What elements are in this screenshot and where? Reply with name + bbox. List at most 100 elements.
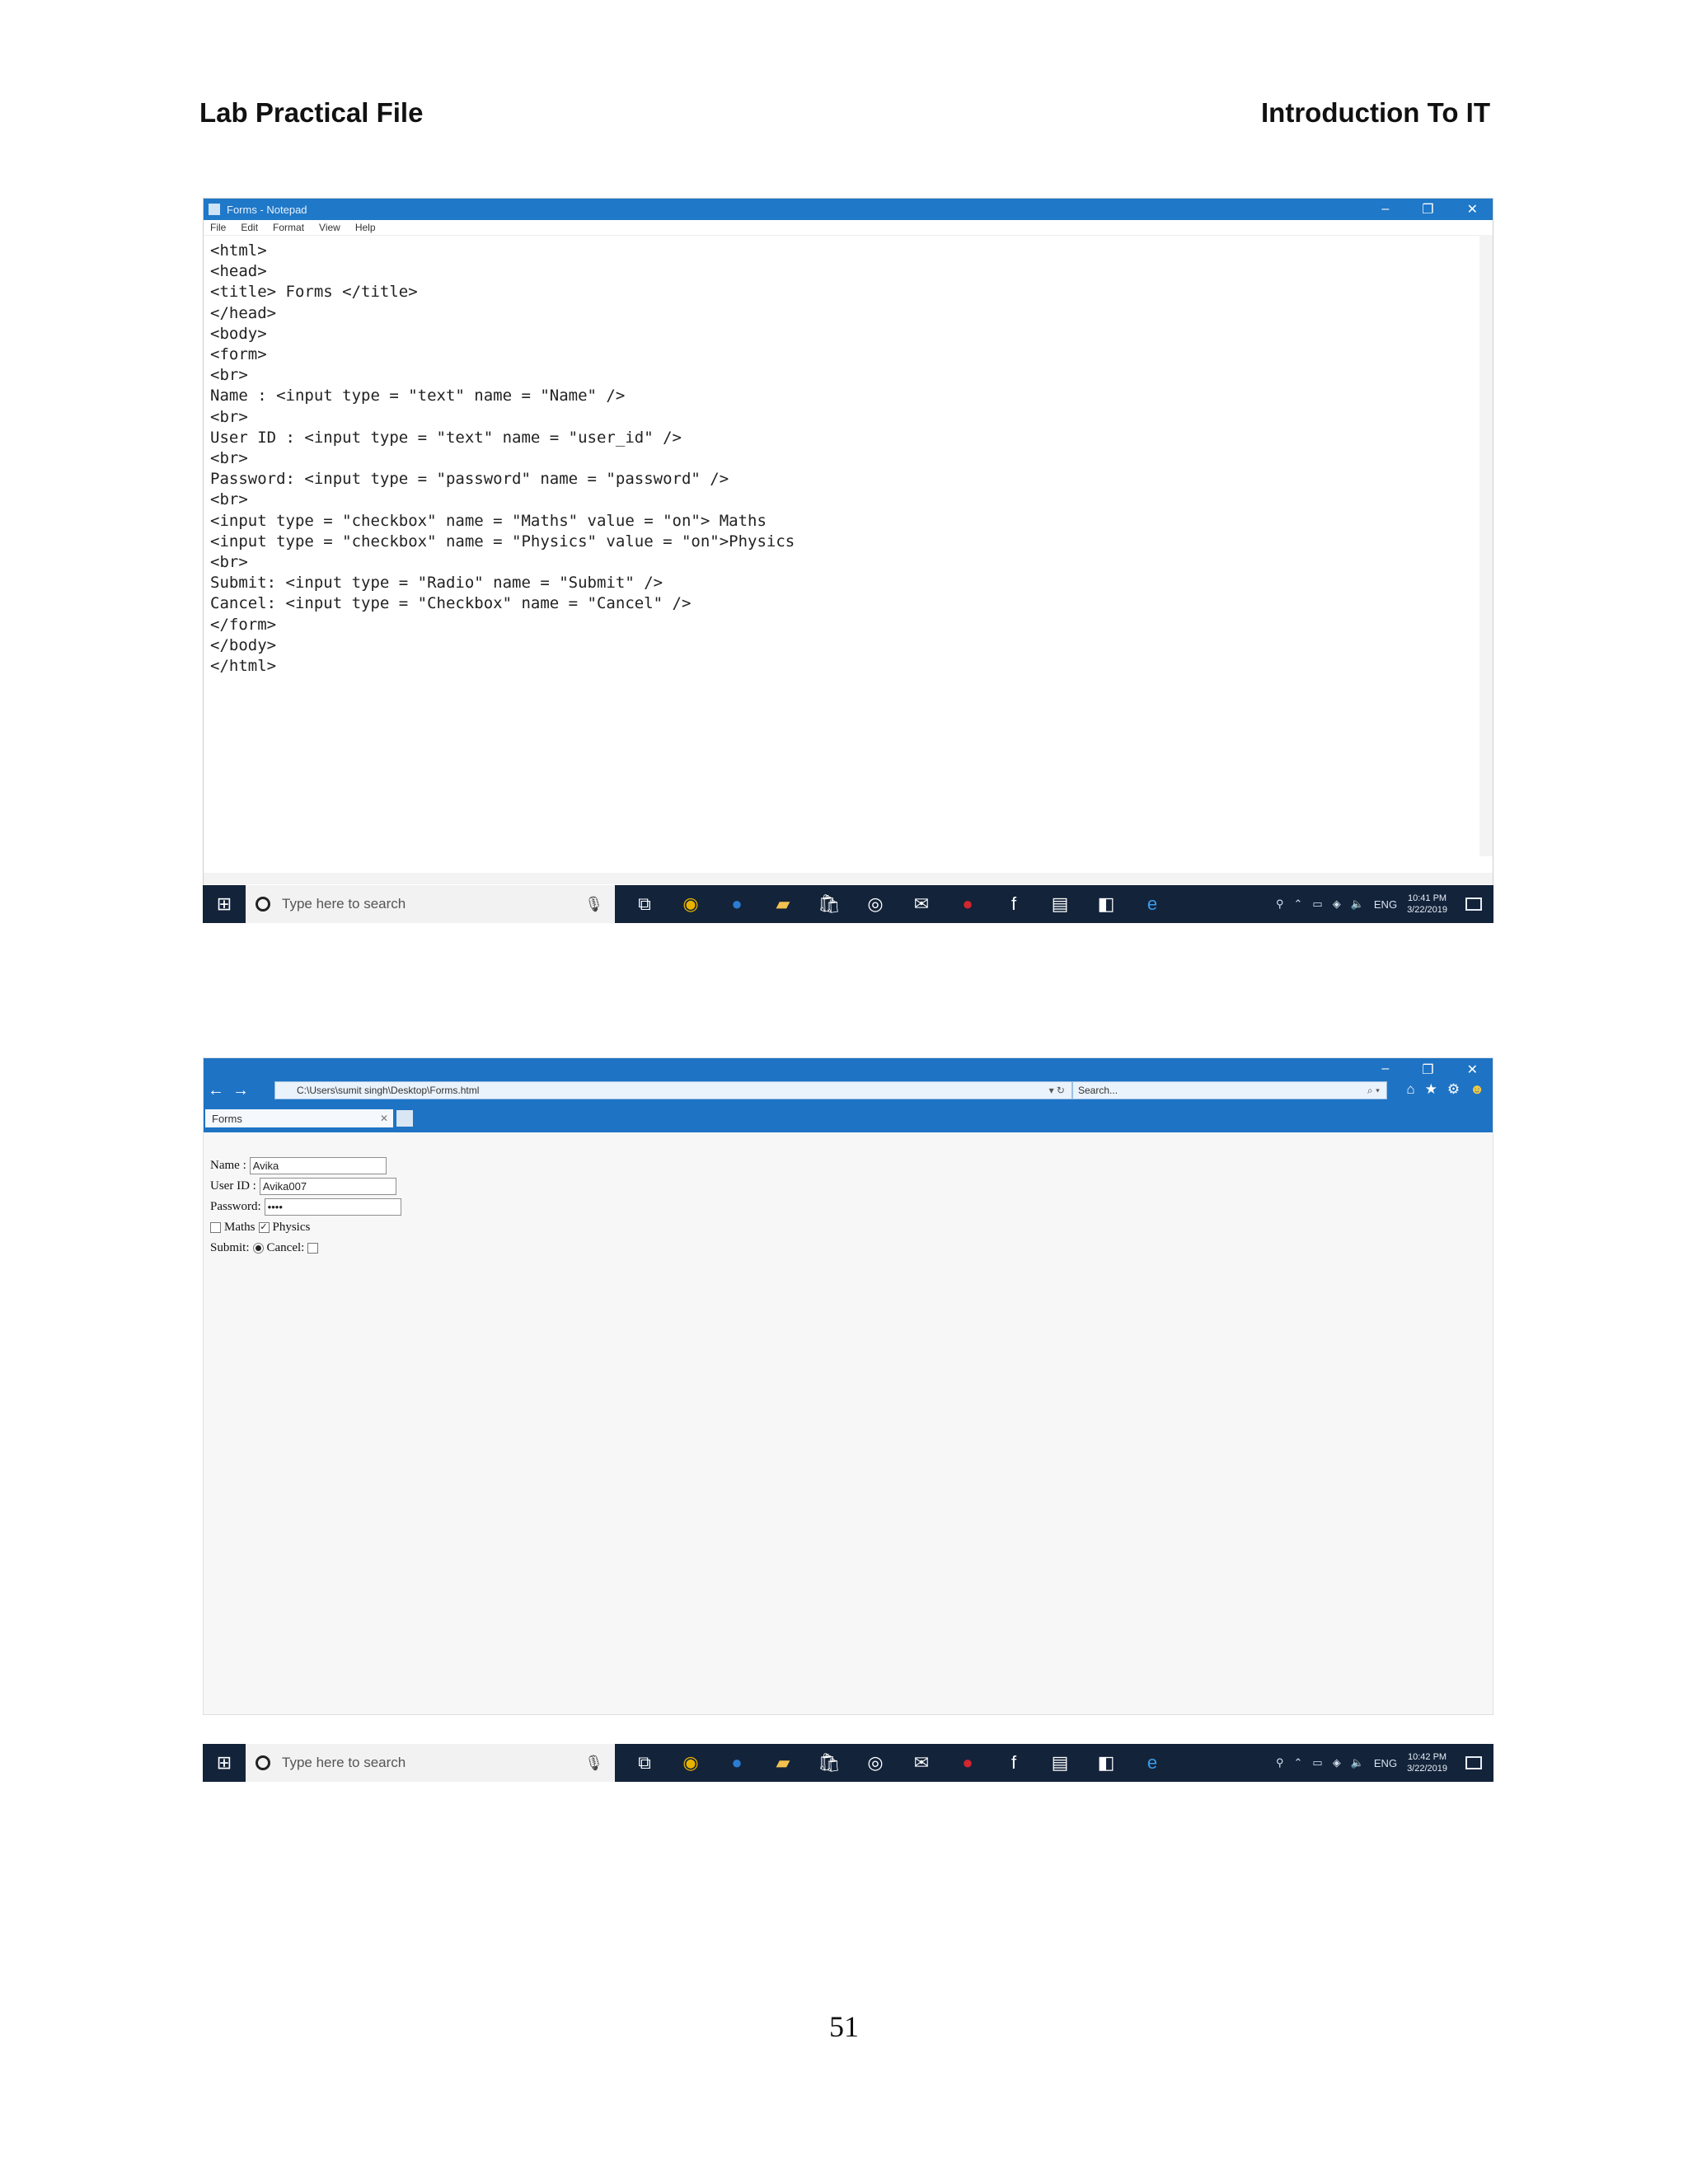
- facebook-icon[interactable]: f: [991, 1744, 1037, 1782]
- browser-toolbar: – ❐ ✕ ← → C:\Users\sumit singh\Desktop\F…: [204, 1058, 1493, 1132]
- edge-icon[interactable]: ●: [714, 885, 760, 923]
- language-indicator[interactable]: ENG: [1374, 1757, 1397, 1769]
- people-icon[interactable]: ⚲: [1276, 1756, 1284, 1769]
- windows-start-icon[interactable]: ⊞: [203, 1744, 246, 1782]
- menu-format[interactable]: Format: [273, 222, 304, 233]
- restore-icon[interactable]: ❐: [1422, 201, 1433, 218]
- internet-explorer-icon[interactable]: e: [1129, 885, 1175, 923]
- taskbar-search-placeholder: Type here to search: [282, 1755, 406, 1770]
- settings-gear-icon[interactable]: ⚙: [1447, 1081, 1460, 1098]
- subjects-row: Maths ✓ Physics: [210, 1217, 401, 1238]
- back-arrow-icon[interactable]: ←: [204, 1081, 228, 1100]
- task-view-icon[interactable]: ⧉: [621, 885, 668, 923]
- media-icon[interactable]: ◎: [852, 885, 898, 923]
- taskbar-search-box[interactable]: Type here to search 🎙: [246, 885, 615, 923]
- paint-icon[interactable]: ◧: [1083, 1744, 1129, 1782]
- home-icon[interactable]: ⌂: [1406, 1081, 1414, 1098]
- paint-icon[interactable]: ◧: [1083, 885, 1129, 923]
- physics-label: Physics: [272, 1221, 311, 1234]
- opera-icon[interactable]: ●: [945, 885, 991, 923]
- search-icon[interactable]: ⌕ ▾: [1367, 1085, 1380, 1097]
- notepad-taskbar-icon[interactable]: ▤: [1037, 1744, 1083, 1782]
- edge-icon[interactable]: ●: [714, 1744, 760, 1782]
- menu-help[interactable]: Help: [355, 222, 376, 233]
- close-icon[interactable]: ✕: [1467, 1062, 1478, 1078]
- network-icon[interactable]: ◈: [1333, 1756, 1341, 1769]
- menu-file[interactable]: File: [210, 222, 226, 233]
- store-icon[interactable]: 🛍: [806, 1744, 852, 1782]
- page-number: 51: [829, 2010, 859, 2043]
- file-explorer-icon[interactable]: ▰: [760, 1744, 806, 1782]
- people-icon[interactable]: ⚲: [1276, 898, 1284, 911]
- submit-radio[interactable]: [252, 1243, 264, 1254]
- address-text: C:\Users\sumit singh\Desktop\Forms.html: [297, 1085, 480, 1096]
- language-indicator[interactable]: ENG: [1374, 898, 1397, 911]
- forward-arrow-icon[interactable]: →: [228, 1081, 253, 1100]
- header-left-title: Lab Practical File: [199, 97, 424, 128]
- clock-time: 10:41 PM: [1407, 893, 1447, 903]
- clock[interactable]: 10:42 PM 3/22/2019: [1407, 1751, 1447, 1774]
- chevron-up-icon[interactable]: ⌃: [1294, 898, 1303, 911]
- battery-icon[interactable]: ▭: [1312, 1756, 1322, 1769]
- battery-icon[interactable]: ▭: [1312, 898, 1322, 911]
- minimize-icon[interactable]: –: [1381, 202, 1389, 217]
- browser-tab[interactable]: Forms ✕: [205, 1109, 393, 1127]
- notepad-menubar: File Edit Format View Help: [204, 220, 1493, 236]
- store-icon[interactable]: 🛍: [806, 885, 852, 923]
- restore-icon[interactable]: ❐: [1422, 1062, 1433, 1078]
- smiley-feedback-icon[interactable]: ☻: [1470, 1081, 1484, 1098]
- code-line: <br>: [210, 449, 248, 468]
- favorites-star-icon[interactable]: ★: [1425, 1081, 1437, 1098]
- tab-title: Forms: [212, 1112, 242, 1125]
- file-explorer-icon[interactable]: ▰: [760, 885, 806, 923]
- refresh-icon[interactable]: ▾ ↻: [1049, 1085, 1065, 1096]
- name-input[interactable]: Avika: [249, 1157, 387, 1174]
- chevron-up-icon[interactable]: ⌃: [1294, 1756, 1303, 1769]
- internet-explorer-icon[interactable]: e: [1129, 1744, 1175, 1782]
- network-icon[interactable]: ◈: [1333, 898, 1341, 911]
- mail-icon[interactable]: ✉: [898, 1744, 945, 1782]
- code-line: Submit: <input type = "Radio" name = "Su…: [210, 574, 663, 593]
- tab-close-icon[interactable]: ✕: [380, 1113, 388, 1124]
- code-line: <body>: [210, 324, 267, 343]
- notification-icon[interactable]: [1465, 1756, 1482, 1769]
- password-input[interactable]: ••••: [264, 1198, 401, 1216]
- facebook-icon[interactable]: f: [991, 885, 1037, 923]
- menu-view[interactable]: View: [319, 222, 340, 233]
- microphone-icon[interactable]: 🎙: [584, 1755, 603, 1772]
- code-line: Password: <input type = "password" name …: [210, 470, 729, 489]
- task-view-icon[interactable]: ⧉: [621, 1744, 668, 1782]
- browser-search-placeholder: Search...: [1078, 1085, 1118, 1096]
- notification-icon[interactable]: [1465, 898, 1482, 911]
- notepad-text-area[interactable]: <html> <head> <title> Forms </title> </head…: [204, 236, 1493, 682]
- notepad-app-icon: [209, 204, 220, 215]
- clock[interactable]: 10:41 PM 3/22/2019: [1407, 893, 1447, 916]
- volume-icon[interactable]: 🔈: [1351, 1756, 1364, 1769]
- chrome-icon[interactable]: ◉: [668, 885, 714, 923]
- address-bar[interactable]: C:\Users\sumit singh\Desktop\Forms.html …: [274, 1081, 1072, 1099]
- minimize-icon[interactable]: –: [1381, 1062, 1389, 1078]
- horizontal-scrollbar[interactable]: [204, 873, 1493, 884]
- notepad-taskbar-icon[interactable]: ▤: [1037, 885, 1083, 923]
- mail-icon[interactable]: ✉: [898, 885, 945, 923]
- vertical-scrollbar[interactable]: [1479, 235, 1493, 856]
- microphone-icon[interactable]: 🎙: [584, 896, 603, 913]
- code-line: </html>: [210, 657, 277, 676]
- physics-checkbox[interactable]: ✓: [258, 1222, 270, 1233]
- userid-input[interactable]: Avika007: [259, 1178, 396, 1195]
- media-icon[interactable]: ◎: [852, 1744, 898, 1782]
- windows-start-icon[interactable]: ⊞: [203, 885, 246, 923]
- cancel-checkbox[interactable]: [307, 1243, 319, 1254]
- taskbar-search-box[interactable]: Type here to search 🎙: [246, 1744, 615, 1782]
- menu-edit[interactable]: Edit: [241, 222, 258, 233]
- maths-checkbox[interactable]: [210, 1222, 221, 1233]
- submit-label: Submit:: [210, 1241, 250, 1254]
- close-icon[interactable]: ✕: [1467, 201, 1478, 218]
- browser-search-box[interactable]: Search... ⌕ ▾: [1072, 1081, 1387, 1099]
- code-line: </form>: [210, 615, 277, 634]
- opera-icon[interactable]: ●: [945, 1744, 991, 1782]
- new-tab-button[interactable]: [396, 1110, 413, 1127]
- volume-icon[interactable]: 🔈: [1351, 898, 1364, 911]
- chrome-icon[interactable]: ◉: [668, 1744, 714, 1782]
- code-line: <br>: [210, 407, 248, 426]
